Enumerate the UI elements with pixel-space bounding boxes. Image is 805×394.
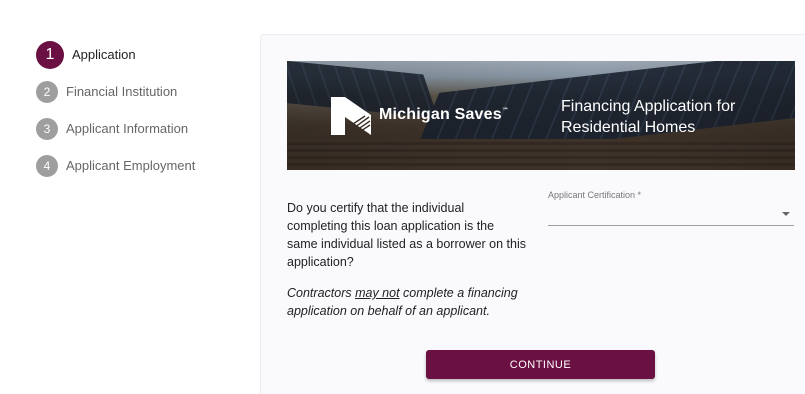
step-application[interactable]: 1 Application <box>36 36 195 73</box>
note-emphasis: may not <box>355 286 400 300</box>
contractor-note: Contractors may not complete a financing… <box>287 284 537 320</box>
step-applicant-information[interactable]: 3 Applicant Information <box>36 110 195 147</box>
banner-title: Financing Application for Residential Ho… <box>561 98 736 136</box>
step-financial-institution[interactable]: 2 Financial Institution <box>36 73 195 110</box>
step-applicant-employment[interactable]: 4 Applicant Employment <box>36 147 195 184</box>
step-number: 2 <box>36 80 58 103</box>
step-label: Application <box>72 47 136 62</box>
trademark-mark: ℠ <box>501 107 510 115</box>
step-number: 3 <box>36 117 58 140</box>
caret-down-icon[interactable] <box>782 212 790 216</box>
select-label: Applicant Certification * <box>548 190 642 200</box>
step-label: Financial Institution <box>66 84 178 99</box>
application-card: Michigan Saves℠ Financing Application fo… <box>260 34 805 394</box>
applicant-certification-select[interactable]: Applicant Certification * <box>548 190 794 226</box>
continue-button[interactable]: CONTINUE <box>426 350 655 379</box>
certification-question: Do you certify that the individual compl… <box>287 201 527 269</box>
brand-name: Michigan Saves℠ <box>379 106 509 124</box>
step-label: Applicant Employment <box>66 158 196 173</box>
brand-text: Michigan Saves <box>379 106 502 123</box>
stepper: 1 Application 2 Financial Institution 3 … <box>36 36 195 184</box>
note-prefix: Contractors <box>287 286 356 300</box>
step-label: Applicant Information <box>66 121 189 136</box>
step-number: 1 <box>36 40 64 69</box>
header-banner: Michigan Saves℠ Financing Application fo… <box>287 61 795 170</box>
step-number: 4 <box>36 154 58 177</box>
michigan-saves-logo-icon <box>331 97 371 135</box>
